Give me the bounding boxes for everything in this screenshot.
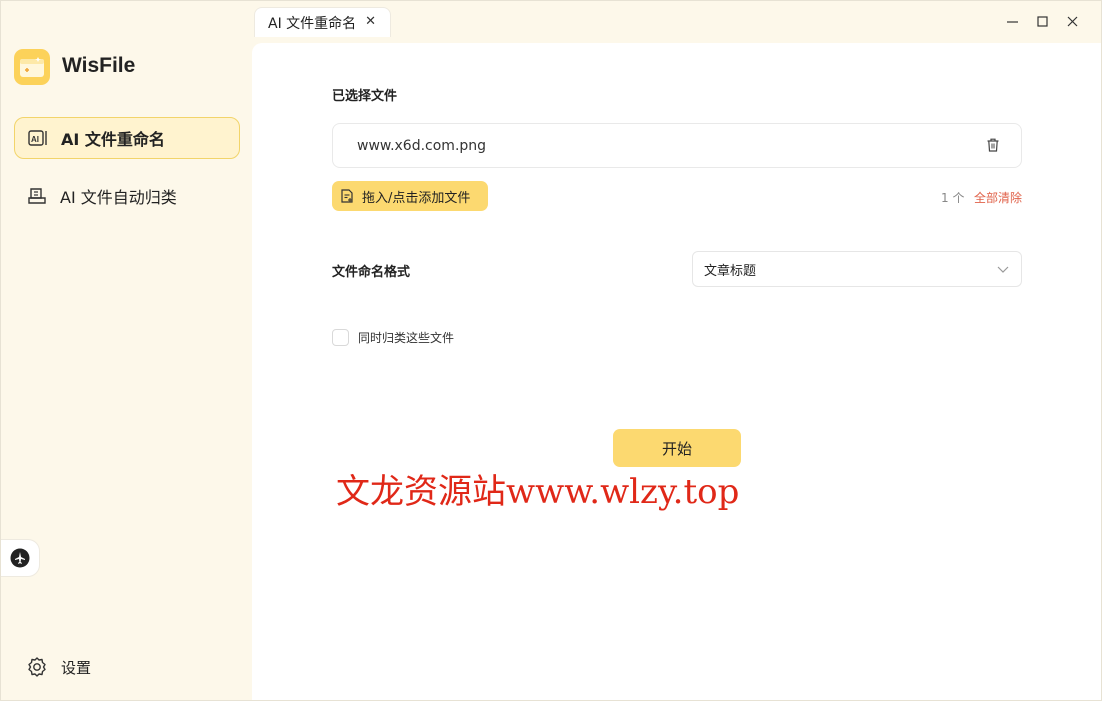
naming-format-label: 文件命名格式 (332, 265, 411, 280)
sidebar-item-label: AI 文件自动归类 (60, 188, 177, 207)
sidebar-item-ai-classify[interactable]: AI 文件自动归类 (14, 175, 240, 217)
settings-button[interactable]: 设置 (26, 656, 91, 678)
selected-files-title: 已选择文件 (332, 89, 398, 104)
close-icon[interactable] (1065, 11, 1079, 31)
app-logo-icon (14, 49, 50, 85)
classify-checkbox-label: 同时归类这些文件 (358, 331, 455, 345)
add-file-button[interactable]: 拖入/点击添加文件 (332, 181, 488, 211)
sidebar-item-ai-rename[interactable]: AI AI 文件重命名 (14, 117, 240, 159)
file-name: www.x6d.com.png (357, 137, 487, 154)
clear-all-link[interactable]: 全部清除 (974, 189, 1022, 206)
app-window: AI 文件重命名 ✕ WisFile AI AI 文件重命名 AI 文件自动归类… (0, 0, 1102, 701)
maximize-icon[interactable] (1035, 11, 1049, 31)
minimize-icon[interactable] (1005, 11, 1019, 31)
file-count: 1 个 (941, 191, 965, 205)
ai-rename-icon: AI (27, 127, 49, 149)
classify-option: 同时归类这些文件 (332, 329, 454, 346)
main-panel: 已选择文件 www.x6d.com.png 拖入/点击添加文件 1 个 全部清除… (252, 43, 1101, 700)
add-file-icon (341, 189, 353, 203)
classify-checkbox[interactable] (332, 329, 349, 346)
start-button[interactable]: 开始 (613, 429, 741, 467)
add-file-label: 拖入/点击添加文件 (362, 190, 471, 206)
trash-icon[interactable] (987, 138, 999, 156)
airplane-icon (10, 548, 30, 568)
app-name: WisFile (62, 54, 136, 77)
settings-label: 设置 (61, 658, 92, 677)
window-controls (1005, 11, 1079, 31)
naming-format-value: 文章标题 (704, 263, 757, 279)
tab-ai-rename[interactable]: AI 文件重命名 ✕ (254, 7, 391, 37)
naming-format-select[interactable]: 文章标题 (692, 251, 1022, 287)
svg-text:AI: AI (31, 135, 39, 144)
chevron-down-icon (997, 263, 1009, 279)
sidebar-item-label: AI 文件重命名 (61, 130, 165, 149)
airplane-button[interactable] (1, 539, 40, 577)
file-item[interactable]: www.x6d.com.png (332, 123, 1022, 168)
archive-icon (26, 185, 48, 207)
gear-icon (28, 657, 46, 677)
tab-close-icon[interactable]: ✕ (365, 14, 376, 29)
watermark-text: 文龙资源站www.wlzy.top (336, 472, 740, 512)
tab-title: AI 文件重命名 (268, 15, 357, 32)
sidebar: WisFile AI AI 文件重命名 AI 文件自动归类 设置 (1, 1, 252, 701)
